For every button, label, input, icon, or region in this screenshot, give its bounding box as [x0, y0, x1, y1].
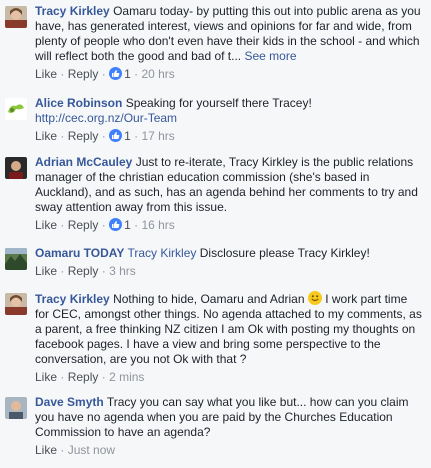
comment-author[interactable]: Adrian McCauley	[35, 155, 132, 169]
avatar[interactable]	[5, 6, 27, 28]
comment-text: Speaking for yourself there Tracey!	[125, 96, 312, 110]
like-button[interactable]: Like	[35, 370, 57, 384]
reply-button[interactable]: Reply	[68, 218, 99, 232]
like-button[interactable]: Like	[35, 67, 57, 81]
comment-author[interactable]: Alice Robinson	[35, 96, 122, 110]
avatar[interactable]	[5, 397, 27, 419]
thumbs-up-icon[interactable]	[109, 218, 123, 231]
thumbs-up-icon[interactable]	[109, 67, 123, 80]
see-more-link[interactable]: See more	[244, 49, 296, 63]
like-button[interactable]: Like	[35, 218, 57, 232]
timestamp[interactable]: 16 hrs	[141, 218, 174, 232]
avatar[interactable]	[5, 98, 27, 120]
comment-body: Alice Robinson Speaking for yourself the…	[35, 96, 423, 144]
comment-author[interactable]: Tracy Kirkley	[35, 4, 110, 18]
avatar[interactable]	[5, 157, 27, 179]
comment-body: Tracy Kirkley Oamaru today- by putting t…	[35, 4, 423, 82]
like-count[interactable]: 1	[124, 67, 131, 81]
comment-author[interactable]: Oamaru TODAY	[35, 246, 124, 260]
reply-button[interactable]: Reply	[68, 129, 99, 143]
comment-author[interactable]: Dave Smyth	[35, 395, 104, 409]
like-button[interactable]: Like	[35, 443, 57, 457]
timestamp[interactable]: 20 hrs	[141, 67, 174, 81]
like-count[interactable]: 1	[124, 218, 131, 232]
comment-author[interactable]: Tracy Kirkley	[35, 292, 110, 306]
comment-actions: Like · Reply · 1 · 17 hrs	[35, 129, 175, 143]
comment-body: Oamaru TODAY Tracy Kirkley Disclosure pl…	[35, 246, 423, 279]
avatar[interactable]	[5, 293, 27, 315]
comment-actions: Like · Reply · 1 · 16 hrs	[35, 218, 175, 232]
reply-button[interactable]: Reply	[68, 264, 99, 278]
like-count[interactable]: 1	[124, 129, 131, 143]
comment-thread: Tracy Kirkley Oamaru today- by putting t…	[0, 0, 431, 468]
comment-body: Adrian McCauley Just to re-iterate, Trac…	[35, 155, 423, 233]
comment-link[interactable]: http://cec.org.nz/Our-Team	[35, 111, 177, 125]
thumbs-up-icon[interactable]	[109, 129, 123, 142]
comment-text: Disclosure please Tracy Kirkley!	[199, 246, 370, 260]
timestamp[interactable]: Just now	[68, 443, 115, 457]
timestamp[interactable]: 2 mins	[109, 370, 144, 384]
avatar[interactable]	[5, 248, 27, 270]
comment-body: Tracy Kirkley Nothing to hide, Oamaru an…	[35, 291, 423, 385]
like-button[interactable]: Like	[35, 129, 57, 143]
smiley-icon	[307, 291, 322, 305]
timestamp[interactable]: 17 hrs	[141, 129, 174, 143]
mention-tag[interactable]: Tracy Kirkley	[128, 246, 197, 260]
comment-actions: Like · Reply · 2 mins	[35, 370, 145, 384]
reply-button[interactable]: Reply	[68, 67, 99, 81]
comment-actions: Like · Just now	[35, 443, 116, 457]
comment-body: Dave Smyth Tracy you can say what you li…	[35, 395, 423, 458]
reply-button[interactable]: Reply	[68, 370, 99, 384]
timestamp[interactable]: 3 hrs	[109, 264, 136, 278]
comment-text: Nothing to hide, Oamaru and Adrian	[113, 292, 305, 306]
comment-actions: Like · Reply · 3 hrs	[35, 264, 136, 278]
comment-actions: Like · Reply · 1 · 20 hrs	[35, 67, 175, 81]
like-button[interactable]: Like	[35, 264, 57, 278]
